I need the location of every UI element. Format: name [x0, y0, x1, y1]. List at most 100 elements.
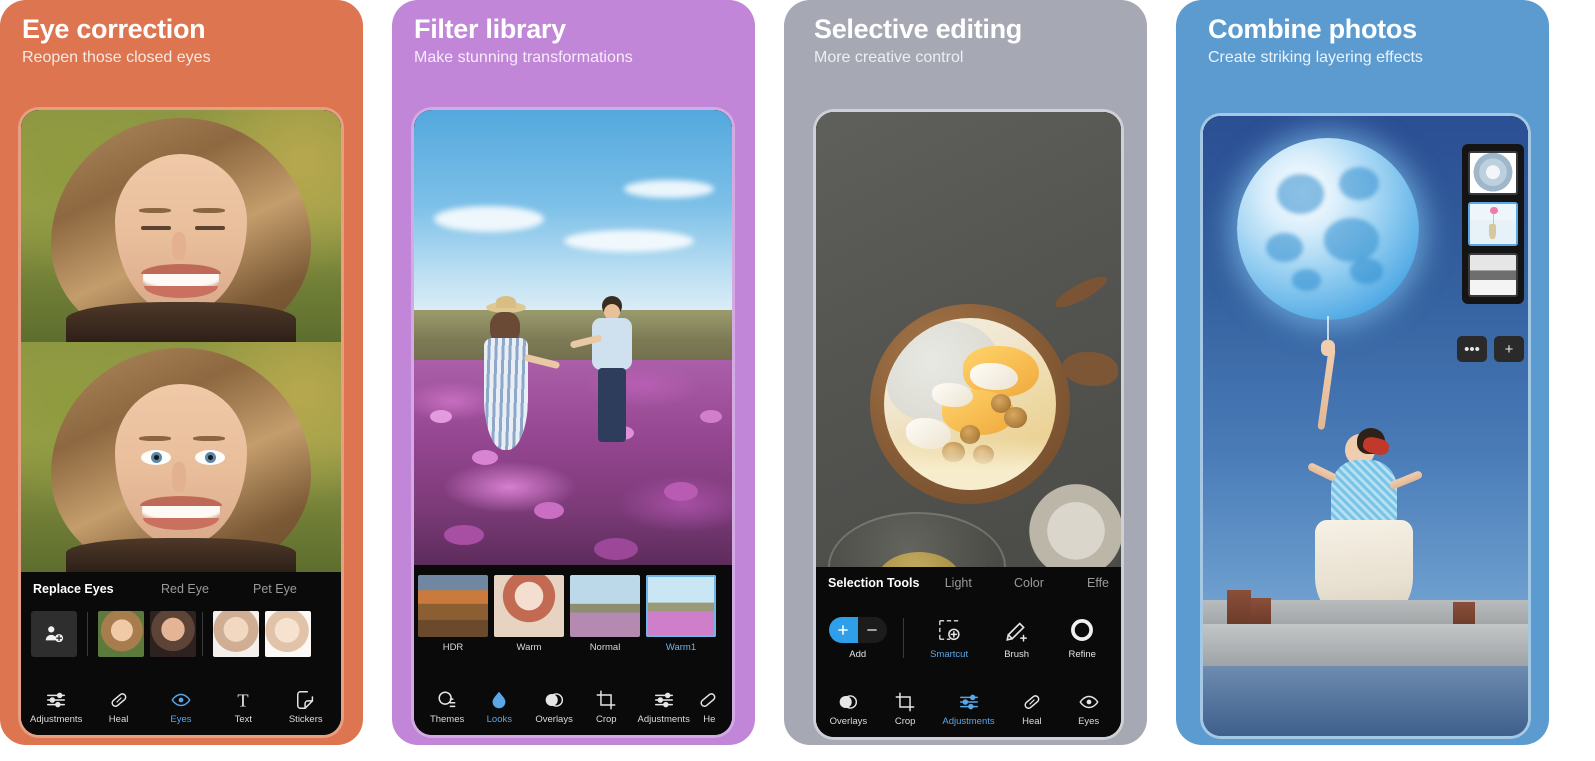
- tab-light[interactable]: Light: [945, 576, 1014, 590]
- filter-label: Warm: [516, 642, 542, 653]
- filter-warm1[interactable]: Warm1: [646, 575, 716, 653]
- moon-graphic: [1237, 138, 1419, 320]
- filter-strip[interactable]: HDR Warm Normal Warm1: [414, 565, 732, 679]
- bottom-nav-3[interactable]: Overlays Crop Adjustments Heal Eyes: [816, 681, 1121, 737]
- eye-icon: [171, 693, 191, 707]
- face-thumb-4[interactable]: [265, 611, 311, 657]
- filter-thumb: [646, 575, 716, 637]
- card-eye-correction: Eye correction Reopen those closed eyes: [0, 0, 363, 745]
- nav-overlays[interactable]: Overlays: [526, 689, 581, 725]
- tab-selection-tools[interactable]: Selection Tools: [828, 576, 945, 590]
- nav-label: Stickers: [288, 714, 323, 725]
- nav-label: Overlays: [829, 716, 868, 727]
- tab-effects[interactable]: Effe: [1087, 576, 1109, 590]
- tool-refine[interactable]: Refine: [1049, 617, 1115, 660]
- photo-eyes-closed: [21, 110, 341, 342]
- add-person-button[interactable]: [31, 611, 77, 657]
- nav-adjustments[interactable]: Adjustments: [934, 691, 1004, 727]
- themes-icon: [438, 691, 456, 708]
- selection-tool-row[interactable]: Add Smartcut Brush Refine: [816, 599, 1121, 677]
- nav-label: Text: [234, 714, 253, 725]
- nav-adjustments[interactable]: Adjustments: [631, 689, 697, 725]
- filter-warm[interactable]: Warm: [494, 575, 564, 653]
- face-thumb-3[interactable]: [213, 611, 259, 657]
- filter-normal[interactable]: Normal: [570, 575, 640, 653]
- card2-caption: Filter library Make stunning transformat…: [392, 0, 755, 67]
- nav-eyes[interactable]: Eyes: [151, 689, 211, 725]
- photo-couple-lavender: [414, 110, 732, 565]
- nav-label: He: [703, 714, 716, 725]
- refine-circle-icon: [1071, 618, 1094, 641]
- nav-heal-partial[interactable]: He: [699, 689, 728, 725]
- tool-label: Add: [849, 648, 867, 660]
- filter-thumb: [494, 575, 564, 637]
- layer-thumb-moon[interactable]: [1468, 151, 1518, 195]
- add-subtract-toggle-icon[interactable]: [828, 616, 887, 643]
- filter-hdr[interactable]: HDR: [418, 575, 488, 653]
- add-layer-button[interactable]: +: [1494, 336, 1524, 362]
- nav-label: Eyes: [1078, 716, 1100, 727]
- divider: [903, 618, 905, 658]
- nav-overlays[interactable]: Overlays: [820, 691, 877, 727]
- card-filter-library: Filter library Make stunning transformat…: [392, 0, 755, 745]
- nav-label: Eyes: [170, 714, 192, 725]
- eye-icon: [1079, 695, 1099, 709]
- nav-label: Themes: [429, 714, 465, 725]
- phone-mockup-4: ••• +: [1203, 116, 1528, 736]
- layer-thumb-rooftop[interactable]: [1468, 253, 1518, 297]
- nav-label: Overlays: [535, 714, 573, 725]
- nav-adjustments[interactable]: Adjustments: [26, 689, 86, 725]
- photo-eyes-open: [21, 342, 341, 572]
- sliders-icon: [47, 692, 66, 708]
- tool-brush[interactable]: Brush: [984, 617, 1050, 660]
- bottom-nav-2[interactable]: Themes Looks Overlays Crop Adjustments H…: [414, 679, 732, 735]
- layer-action-buttons[interactable]: ••• +: [1457, 336, 1524, 362]
- tab-red-eye[interactable]: Red Eye: [161, 582, 253, 596]
- phone-mockup-1: Replace Eyes Red Eye Pet Eye Adjustments…: [21, 110, 341, 735]
- card-selective-editing: Selective editing More creative control: [784, 0, 1147, 745]
- divider: [202, 612, 203, 656]
- card4-subtitle: Create striking layering effects: [1208, 49, 1423, 67]
- more-options-button[interactable]: •••: [1457, 336, 1487, 362]
- tool-label: Brush: [1004, 648, 1030, 660]
- phone-screen-2: HDR Warm Normal Warm1 Themes Looks Overl…: [414, 110, 732, 735]
- card3-title: Selective editing: [814, 14, 1022, 44]
- nav-themes[interactable]: Themes: [422, 689, 472, 725]
- card2-title: Filter library: [414, 14, 566, 44]
- sticker-icon: [296, 691, 313, 709]
- sliders-icon: [654, 692, 673, 708]
- nav-crop[interactable]: Crop: [877, 691, 934, 727]
- eye-thumbnail-strip[interactable]: [21, 606, 341, 662]
- nav-text[interactable]: T Text: [213, 689, 273, 725]
- promo-board: Eye correction Reopen those closed eyes: [0, 0, 1595, 761]
- phone-screen-4: ••• +: [1203, 116, 1528, 736]
- bottom-nav-1[interactable]: Adjustments Heal Eyes T Text Stickers: [21, 679, 341, 735]
- face-thumb-1[interactable]: [98, 611, 144, 657]
- add-person-icon: [45, 626, 64, 643]
- overlays-icon: [840, 695, 858, 709]
- tool-smartcut[interactable]: Smartcut: [914, 617, 983, 660]
- tab-pet-eye[interactable]: Pet Eye: [253, 582, 297, 596]
- face-thumb-2[interactable]: [150, 611, 196, 657]
- crop-icon: [895, 692, 915, 712]
- selection-tabs: Selection Tools Light Color Effe: [816, 567, 1121, 599]
- nav-label: Adjustments: [637, 714, 690, 725]
- nav-heal[interactable]: Heal: [89, 689, 149, 725]
- card4-title: Combine photos: [1208, 14, 1417, 44]
- card3-caption: Selective editing More creative control: [784, 0, 1147, 67]
- nav-stickers[interactable]: Stickers: [276, 689, 336, 725]
- layer-panel[interactable]: [1462, 144, 1524, 304]
- smartcut-icon: [939, 619, 960, 640]
- tool-label: Refine: [1068, 648, 1096, 660]
- nav-looks[interactable]: Looks: [474, 689, 524, 725]
- nav-crop[interactable]: Crop: [584, 689, 629, 725]
- tool-add[interactable]: Add: [822, 616, 893, 660]
- nav-eyes[interactable]: Eyes: [1060, 691, 1117, 727]
- nav-label: Looks: [486, 714, 512, 725]
- phone-mockup-2: HDR Warm Normal Warm1 Themes Looks Overl…: [414, 110, 732, 735]
- tab-replace-eyes[interactable]: Replace Eyes: [33, 582, 161, 596]
- tab-color[interactable]: Color: [1014, 576, 1087, 590]
- card-combine-photos: Combine photos Create striking layering …: [1176, 0, 1549, 745]
- nav-heal[interactable]: Heal: [1004, 691, 1061, 727]
- layer-thumb-woman-balloon[interactable]: [1468, 202, 1518, 246]
